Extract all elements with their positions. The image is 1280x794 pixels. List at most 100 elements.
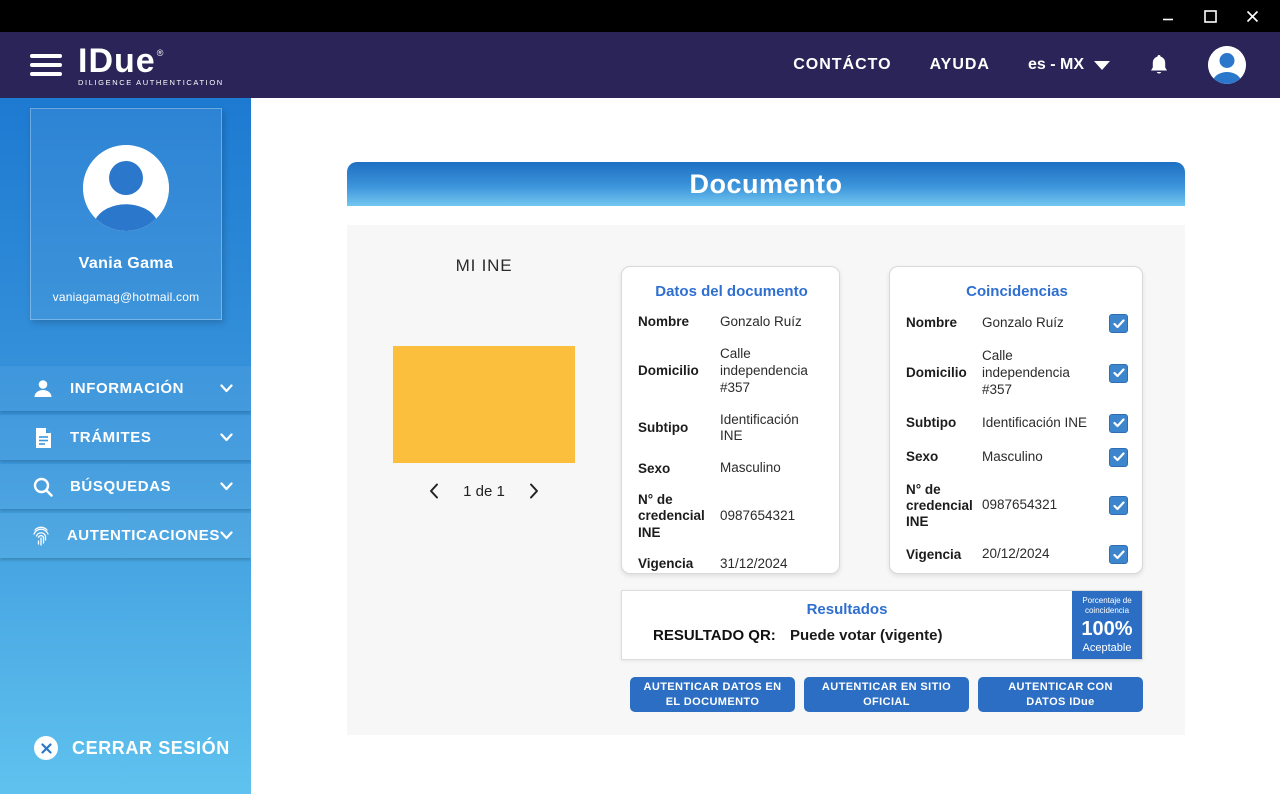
authenticate-document-data-button[interactable]: AUTENTICAR DATOS EN EL DOCUMENTO (630, 677, 795, 712)
maximize-icon (1204, 10, 1217, 23)
field-value: Gonzalo Ruíz (720, 314, 825, 331)
field-row: Sexo Masculino (906, 448, 1128, 467)
field-value: 0987654321 (982, 497, 1103, 514)
search-icon (30, 476, 56, 498)
field-value: Masculino (982, 449, 1103, 466)
document-banner: Documento (347, 162, 1185, 206)
document-panel: MI INE 1 de 1 Datos del docu (347, 225, 1185, 735)
minimize-icon (1162, 10, 1174, 22)
qr-result-label: RESULTADO QR: (653, 627, 776, 644)
field-row: Vigencia 20/12/2024 (906, 545, 1128, 564)
card-title: Datos del documento (638, 283, 825, 300)
maximize-button[interactable] (1196, 4, 1224, 28)
close-button[interactable] (1238, 4, 1266, 28)
match-checkbox[interactable] (1109, 448, 1128, 467)
sidebar-item-informacion[interactable]: INFORMACIÓN (0, 366, 251, 411)
profile-avatar (83, 145, 169, 231)
field-label: Sexo (906, 449, 982, 465)
field-value: Calle independencia #357 (982, 348, 1103, 399)
match-checkbox[interactable] (1109, 364, 1128, 383)
field-label: Subtipo (906, 415, 982, 431)
chevron-down-icon (1094, 61, 1110, 70)
prev-page-button[interactable] (427, 481, 441, 501)
authenticate-idue-data-button[interactable]: AUTENTICAR CON DATOS IDue (978, 677, 1143, 712)
brand-tagline: DILIGENCE AUTHENTICATION (78, 79, 224, 87)
field-label: Domicilio (906, 365, 982, 381)
card-title: Coincidencias (906, 283, 1128, 300)
fingerprint-icon (30, 525, 53, 547)
badge-status: Aceptable (1083, 642, 1132, 654)
results-panel: Resultados RESULTADO QR: Puede votar (vi… (621, 590, 1143, 660)
field-row: Subtipo Identificación INE (638, 412, 825, 446)
field-label: Domicilio (638, 363, 720, 379)
field-row: Vigencia 31/12/2024 (638, 556, 825, 573)
chevron-down-icon (220, 482, 233, 491)
match-checkbox[interactable] (1109, 545, 1128, 564)
field-value: Gonzalo Ruíz (982, 315, 1103, 332)
brand-logo: IDue® DILIGENCE AUTHENTICATION (78, 44, 224, 87)
profile-card: Vania Gama vaniagamag@hotmail.com (30, 108, 222, 320)
match-checkbox[interactable] (1109, 414, 1128, 433)
sidebar: Vania Gama vaniagamag@hotmail.com INFORM… (0, 98, 251, 794)
main-content: Documento MI INE 1 de 1 (251, 98, 1280, 794)
field-value: Identificación INE (982, 415, 1103, 432)
field-label: Subtipo (638, 420, 720, 436)
sidebar-menu: INFORMACIÓN TRÁMITES (0, 366, 251, 558)
qr-result-value: Puede votar (vigente) (790, 627, 943, 644)
match-percentage-badge: Porcentaje de coincidencia 100% Aceptabl… (1072, 591, 1142, 659)
field-row: Nombre Gonzalo Ruíz (638, 314, 825, 331)
field-label: N° de credencial INE (906, 482, 982, 531)
sidebar-item-label: TRÁMITES (70, 429, 220, 446)
next-page-button[interactable] (527, 481, 541, 501)
page-indicator: 1 de 1 (463, 483, 505, 500)
language-label: es - MX (1028, 56, 1084, 74)
sidebar-item-tramites[interactable]: TRÁMITES (0, 415, 251, 460)
field-row: Nombre Gonzalo Ruíz (906, 314, 1128, 333)
header-avatar[interactable] (1208, 46, 1246, 84)
page-title: Documento (690, 169, 843, 200)
logout-label: CERRAR SESIÓN (72, 738, 230, 759)
field-label: N° de credencial INE (638, 492, 720, 541)
results-title: Resultados (622, 601, 1072, 618)
nav-ayuda[interactable]: AYUDA (930, 56, 990, 74)
sidebar-item-label: BÚSQUEDAS (70, 478, 220, 495)
field-value: Identificación INE (720, 412, 825, 446)
match-checkbox[interactable] (1109, 314, 1128, 333)
minimize-button[interactable] (1154, 4, 1182, 28)
sidebar-item-busquedas[interactable]: BÚSQUEDAS (0, 464, 251, 509)
field-value: 31/12/2024 (720, 556, 825, 573)
notification-bell-icon[interactable] (1148, 53, 1170, 77)
field-row: Subtipo Identificación INE (906, 414, 1128, 433)
profile-email: vaniagamag@hotmail.com (53, 290, 200, 304)
sidebar-item-label: INFORMACIÓN (70, 380, 220, 397)
nav-contacto[interactable]: CONTÁCTO (793, 56, 891, 74)
hamburger-menu-icon[interactable] (30, 54, 62, 76)
badge-percent: 100% (1081, 618, 1132, 641)
field-label: Nombre (906, 315, 982, 331)
field-value: Calle independencia #357 (720, 346, 825, 397)
language-selector[interactable]: es - MX (1028, 56, 1110, 74)
close-icon (1246, 10, 1259, 23)
field-label: Vigencia (638, 556, 720, 572)
sidebar-item-label: AUTENTICACIONES (67, 527, 220, 544)
field-row: Domicilio Calle independencia #357 (638, 346, 825, 397)
card-coincidencias: Coincidencias Nombre Gonzalo Ruíz Domici… (889, 266, 1143, 574)
field-label: Nombre (638, 314, 720, 330)
chevron-down-icon (220, 433, 233, 442)
document-image (393, 346, 575, 463)
pagination: 1 de 1 (427, 481, 541, 501)
registered-mark: ® (157, 48, 164, 58)
chevron-down-icon (220, 384, 233, 393)
app-header: IDue® DILIGENCE AUTHENTICATION CONTÁCTO … (0, 32, 1280, 98)
document-viewer: MI INE 1 de 1 (347, 225, 621, 735)
authenticate-official-site-button[interactable]: AUTENTICAR EN SITIO OFICIAL (804, 677, 969, 712)
sidebar-item-autenticaciones[interactable]: AUTENTICACIONES (0, 513, 251, 558)
brand-name: IDue (78, 42, 156, 80)
profile-name: Vania Gama (79, 255, 174, 273)
match-checkbox[interactable] (1109, 496, 1128, 515)
badge-caption: Porcentaje de coincidencia (1074, 596, 1140, 616)
logout-button[interactable]: CERRAR SESIÓN (0, 736, 251, 760)
window-titlebar (0, 0, 1280, 32)
field-row: N° de credencial INE 0987654321 (906, 482, 1128, 531)
document-label: MI INE (456, 256, 513, 276)
